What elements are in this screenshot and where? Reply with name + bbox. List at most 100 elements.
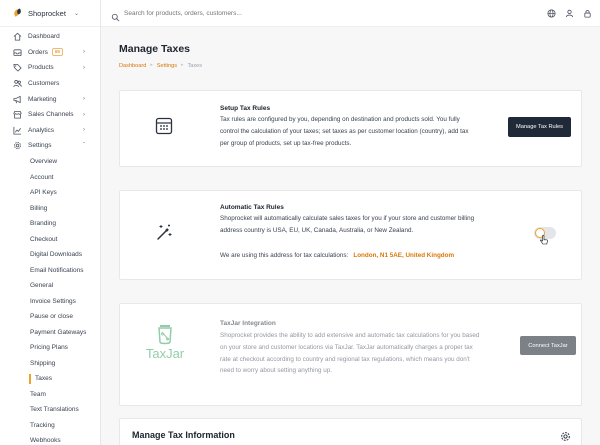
automatic-tax-rules-card: Automatic Tax Rules Shoprocket will auto… — [119, 190, 582, 280]
settings-item-checkout[interactable]: Checkout — [0, 231, 100, 247]
nav-item-sales-channels[interactable]: Sales Channels › — [0, 107, 100, 123]
gear-icon[interactable] — [560, 429, 571, 441]
taxjar-logo-text: TaxJar — [146, 346, 185, 361]
brand-name: Shoprocket — [28, 8, 66, 18]
manage-tax-information-card: Manage Tax Information — [119, 418, 582, 445]
nav-item-orders[interactable]: Orders 88 › — [0, 45, 100, 61]
settings-item-pause-or-close[interactable]: Pause or close — [0, 309, 100, 325]
settings-item-billing[interactable]: Billing — [0, 200, 100, 216]
settings-item-label: Branding — [30, 220, 57, 227]
settings-item-label: Pause or close — [30, 313, 73, 320]
description-line: address country is USA, EU, UK, Canada, … — [220, 226, 414, 234]
main-nav: Dashboard Orders 88 › Products › Custome… — [0, 27, 100, 154]
nav-label: Settings — [28, 142, 52, 150]
tax-address-line: We are using this address for tax calcul… — [220, 252, 454, 259]
settings-item-label: Taxes — [35, 375, 52, 382]
description-line: control the calculation of your taxes; s… — [220, 127, 469, 135]
settings-item-label: Pricing Plans — [30, 344, 68, 351]
breadcrumb: Dashboard ▸ Settings ▸ Taxes — [119, 63, 202, 69]
settings-item-webhooks[interactable]: Webhooks — [0, 433, 100, 445]
sidebar: Shoprocket ⌄ Dashboard Orders 88 › Produ… — [0, 0, 101, 445]
setup-tax-rules-description: Tax rules are configured by you, dependi… — [220, 114, 500, 149]
settings-item-label: API Keys — [30, 189, 57, 196]
settings-item-label: Webhooks — [30, 437, 61, 444]
settings-item-text-translations[interactable]: Text Translations — [0, 402, 100, 418]
connect-taxjar-button[interactable]: Connect TaxJar — [520, 336, 576, 355]
nav-item-settings[interactable]: Settings ˆ — [0, 138, 100, 154]
nav-item-customers[interactable]: Customers — [0, 76, 100, 92]
settings-item-label: Digital Downloads — [30, 251, 83, 258]
setup-tax-rules-card: Setup Tax Rules Tax rules are configured… — [119, 90, 582, 167]
settings-item-digital-downloads[interactable]: Digital Downloads — [0, 247, 100, 263]
settings-item-branding[interactable]: Branding — [0, 216, 100, 232]
settings-item-pricing-plans[interactable]: Pricing Plans — [0, 340, 100, 356]
chevron-down-icon: ⌄ — [73, 10, 79, 17]
nav-label: Products — [28, 64, 54, 72]
settings-item-label: Account — [30, 173, 54, 181]
page-title: Manage Taxes — [119, 43, 191, 55]
taxjar-title: TaxJar Integration — [220, 320, 276, 327]
tag-icon — [13, 63, 22, 73]
globe-icon[interactable] — [546, 8, 556, 18]
taxjar-logo: TaxJar — [132, 322, 198, 364]
description-line: Shoprocket provides the ability to add e… — [220, 332, 480, 339]
pointer-cursor-icon — [540, 232, 548, 245]
settings-item-label: Invoice Settings — [30, 297, 76, 305]
tax-address-label: We are using this address for tax calcul… — [220, 252, 349, 259]
description-line: rate at checkout according to country an… — [220, 355, 470, 363]
chevron-up-icon: ˆ — [83, 142, 85, 149]
settings-item-account[interactable]: Account — [0, 169, 100, 185]
breadcrumb-separator-icon: ▸ — [150, 63, 153, 68]
taxjar-description: Shoprocket provides the ability to add e… — [220, 330, 500, 377]
settings-item-email-notifications[interactable]: Email Notifications — [0, 262, 100, 278]
settings-item-label: Overview — [30, 158, 58, 165]
brand-switcher[interactable]: Shoprocket ⌄ — [0, 0, 100, 27]
settings-item-label: Team — [30, 390, 46, 398]
settings-item-tracking[interactable]: Tracking — [0, 417, 100, 433]
breadcrumb-settings[interactable]: Settings — [157, 63, 177, 69]
nav-item-marketing[interactable]: Marketing › — [0, 91, 100, 107]
nav-item-dashboard[interactable]: Dashboard — [0, 29, 100, 45]
settings-item-taxes[interactable]: Taxes — [0, 371, 100, 387]
shoprocket-logo-icon — [14, 9, 22, 17]
settings-item-shipping[interactable]: Shipping — [0, 355, 100, 371]
chevron-right-icon: › — [83, 64, 85, 71]
home-icon — [13, 32, 22, 41]
breadcrumb-dashboard[interactable]: Dashboard — [119, 63, 146, 69]
settings-subnav: Overview Account API Keys Billing Brandi… — [0, 154, 100, 445]
calculator-icon — [154, 116, 174, 136]
automatic-tax-rules-title: Automatic Tax Rules — [220, 204, 284, 211]
store-icon — [13, 110, 22, 119]
nav-label: Dashboard — [28, 33, 60, 41]
settings-item-label: Shipping — [30, 359, 56, 367]
settings-item-payment-gateways[interactable]: Payment Gateways — [0, 324, 100, 340]
search-icon — [111, 9, 120, 21]
description-line: need to worry about setting anything up. — [220, 367, 333, 375]
settings-item-general[interactable]: General — [0, 278, 100, 294]
settings-item-api-keys[interactable]: API Keys — [0, 185, 100, 201]
nav-item-analytics[interactable]: Analytics › — [0, 123, 100, 139]
lock-icon[interactable] — [582, 8, 592, 18]
user-icon[interactable] — [564, 8, 574, 18]
nav-label: Analytics — [28, 126, 55, 134]
search-input[interactable] — [124, 9, 424, 17]
settings-item-overview[interactable]: Overview — [0, 154, 100, 170]
description-line: Tax rules are configured by you, dependi… — [220, 116, 460, 123]
tax-address-value[interactable]: London, N1 5AE, United Kingdom — [353, 252, 454, 259]
orders-count-badge: 88 — [51, 48, 63, 57]
description-line: Shoprocket will automatically calculate … — [220, 215, 475, 222]
nav-label: Sales Channels — [28, 111, 74, 119]
manage-tax-rules-button[interactable]: Manage Tax Rules — [508, 117, 571, 137]
gear-icon — [13, 141, 22, 150]
description-line: per group of products, set up tax-free p… — [220, 139, 352, 147]
magic-wand-icon — [154, 222, 174, 242]
chart-line-icon — [13, 126, 22, 135]
nav-label: Orders — [28, 48, 48, 56]
settings-item-label: Text Translations — [30, 406, 79, 413]
main-content: Manage Taxes Dashboard ▸ Settings ▸ Taxe… — [101, 27, 600, 445]
settings-item-label: General — [30, 282, 54, 289]
setup-tax-rules-title: Setup Tax Rules — [220, 105, 271, 112]
nav-item-products[interactable]: Products › — [0, 60, 100, 76]
settings-item-team[interactable]: Team — [0, 386, 100, 402]
settings-item-invoice-settings[interactable]: Invoice Settings — [0, 293, 100, 309]
